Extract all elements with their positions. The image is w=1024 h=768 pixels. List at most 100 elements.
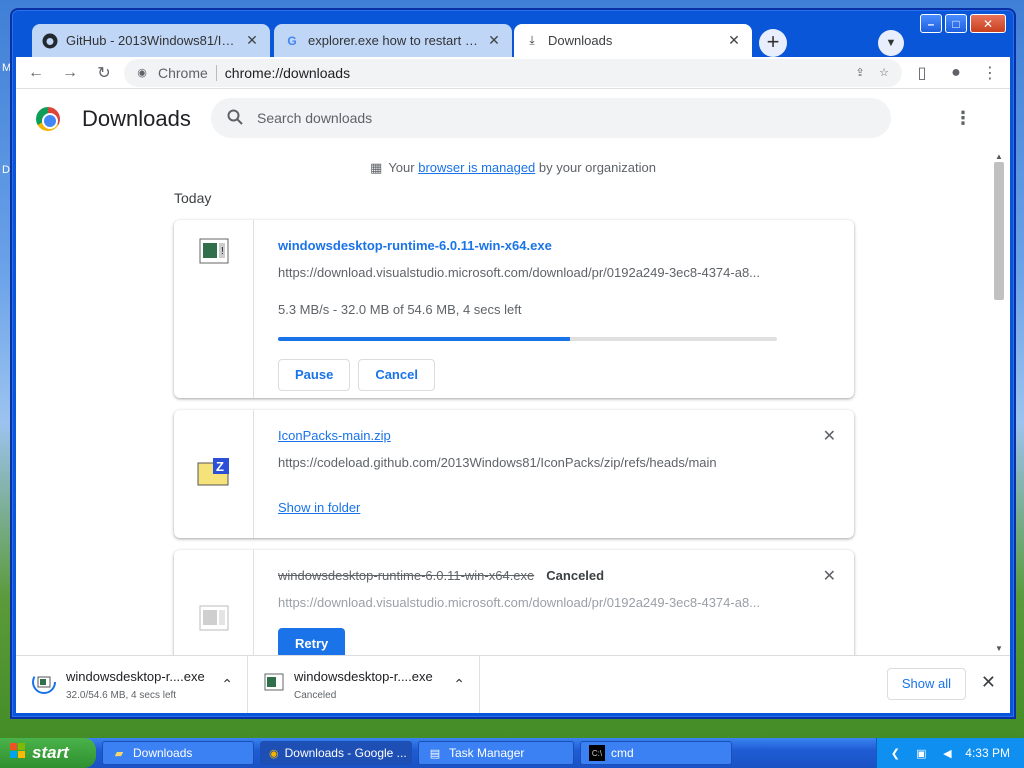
building-icon: ▦ <box>370 160 383 175</box>
taskbar-item-downloads-folder[interactable]: ▰ Downloads <box>102 741 254 765</box>
download-url[interactable]: https://codeload.github.com/2013Windows8… <box>278 455 834 470</box>
tab-google-search[interactable]: G explorer.exe how to restart - Goo ✕ <box>274 24 512 57</box>
taskbar-item-cmd[interactable]: C:\ cmd <box>580 741 732 765</box>
svg-text:!: ! <box>221 246 224 257</box>
folder-icon: ▰ <box>114 747 124 760</box>
search-downloads-input[interactable]: Search downloads <box>211 98 891 138</box>
managed-prefix: Your <box>388 160 419 175</box>
tray-chevron-icon[interactable]: ❮ <box>887 745 903 761</box>
new-tab-button[interactable]: + <box>759 29 787 57</box>
tab-github[interactable]: GitHub - 2013Windows81/IconPa ✕ <box>32 24 270 57</box>
tab-title: Downloads <box>548 33 613 48</box>
url-text: chrome://downloads <box>224 64 351 81</box>
chrome-logo-icon <box>36 107 60 131</box>
pause-button[interactable]: Pause <box>278 359 351 391</box>
clock[interactable]: 4:33 PM <box>965 746 1010 760</box>
forward-icon[interactable]: → <box>56 59 84 87</box>
task-manager-icon: ▤ <box>429 747 441 760</box>
shelf-item[interactable]: windowsdesktop-r....exe Canceled ⌃ <box>248 656 480 713</box>
minimize-button[interactable]: – <box>920 14 942 33</box>
windows-flag-icon <box>10 742 26 764</box>
close-tab-icon[interactable]: ✕ <box>726 32 742 49</box>
exe-file-icon <box>32 670 56 699</box>
shelf-item[interactable]: windowsdesktop-r....exe 32.0/54.6 MB, 4 … <box>16 656 248 713</box>
github-icon <box>42 33 58 49</box>
managed-suffix: by your organization <box>535 160 656 175</box>
show-in-folder-link[interactable]: Show in folder <box>278 500 834 515</box>
shelf-item-status: 32.0/54.6 MB, 4 secs left <box>66 689 177 701</box>
shelf-item-status: Canceled <box>294 689 337 701</box>
profile-avatar-icon[interactable]: ● <box>942 59 970 87</box>
managed-notice: ▦ Your browser is managed by your organiz… <box>16 160 1010 176</box>
close-tab-icon[interactable]: ✕ <box>244 32 260 49</box>
zip-file-icon: Z <box>197 457 231 492</box>
chrome-window: GitHub - 2013Windows81/IconPa ✕ G explor… <box>10 8 1016 719</box>
search-placeholder: Search downloads <box>257 110 373 126</box>
scrollbar[interactable]: ▲ ▼ <box>992 152 1006 655</box>
shelf-item-name: windowsdesktop-r....exe <box>66 668 205 684</box>
share-icon[interactable]: ⇪ <box>852 65 868 81</box>
reload-icon[interactable]: ↻ <box>90 59 118 87</box>
bookmark-star-icon[interactable]: ☆ <box>876 65 892 81</box>
taskbar-item-chrome[interactable]: ◉ Downloads - Google ... <box>260 741 412 765</box>
download-card-body: IconPacks-main.zip https://codeload.gith… <box>278 410 834 515</box>
start-label: start <box>32 743 69 762</box>
back-icon[interactable]: ← <box>22 59 50 87</box>
close-shelf-icon[interactable]: ✕ <box>981 672 996 693</box>
remove-download-icon[interactable]: ✕ <box>823 566 836 586</box>
chevron-up-icon[interactable]: ⌃ <box>453 676 465 693</box>
shelf-item-name: windowsdesktop-r....exe <box>294 668 433 684</box>
taskbar-item-task-manager[interactable]: ▤ Task Manager <box>418 741 574 765</box>
chrome-menu-icon[interactable]: ⋮ <box>976 59 1004 87</box>
search-icon <box>227 109 243 128</box>
tab-title: explorer.exe how to restart - Goo <box>308 33 478 48</box>
page-title: Downloads <box>82 106 191 131</box>
close-tab-icon[interactable]: ✕ <box>486 32 502 49</box>
task-label: Downloads <box>133 746 193 760</box>
browser-content: ← → ↻ ◉ Chrome chrome://downloads ⇪ ☆ ▯ … <box>16 57 1010 713</box>
cmd-icon: C:\ <box>589 745 605 761</box>
start-button[interactable]: start <box>0 738 96 768</box>
show-all-button[interactable]: Show all <box>886 668 966 700</box>
chrome-icon: ◉ <box>269 747 279 760</box>
download-card-active: ! windowsdesktop-runtime-6.0.11-win-x64.… <box>174 220 854 398</box>
cancel-button[interactable]: Cancel <box>358 359 435 391</box>
file-icon-column: Z <box>174 410 254 538</box>
volume-icon[interactable]: ◀ <box>939 745 955 761</box>
tab-downloads[interactable]: ⤓ Downloads ✕ <box>514 24 752 57</box>
scrollbar-thumb[interactable] <box>994 162 1004 300</box>
download-status: 5.3 MB/s - 32.0 MB of 54.6 MB, 4 secs le… <box>278 302 522 317</box>
tab-title: GitHub - 2013Windows81/IconPa <box>66 33 236 48</box>
download-url[interactable]: https://download.visualstudio.microsoft.… <box>278 265 834 280</box>
google-icon: G <box>287 33 297 48</box>
managed-link[interactable]: browser is managed <box>418 160 535 175</box>
svg-text:Z: Z <box>216 459 224 474</box>
scroll-down-icon[interactable]: ▼ <box>995 644 1003 653</box>
retry-button[interactable]: Retry <box>278 628 346 655</box>
download-card-complete: Z IconPacks-main.zip https://codeload.gi… <box>174 410 854 538</box>
taskbar: start ▰ Downloads ◉ Downloads - Google .… <box>0 738 1024 768</box>
file-icon-column <box>174 550 254 655</box>
toolbar: ← → ↻ ◉ Chrome chrome://downloads ⇪ ☆ ▯ … <box>16 57 1010 89</box>
network-icon[interactable]: ▣ <box>913 745 929 761</box>
chevron-up-icon[interactable]: ⌃ <box>221 676 233 693</box>
task-label: Downloads - Google ... <box>284 746 407 760</box>
task-label: Task Manager <box>449 746 525 760</box>
exe-file-icon: ! <box>199 238 229 398</box>
side-panel-icon[interactable]: ▯ <box>908 59 936 87</box>
download-card-canceled: windowsdesktop-runtime-6.0.11-win-x64.ex… <box>174 550 854 655</box>
download-card-body: windowsdesktop-runtime-6.0.11-win-x64.ex… <box>278 220 834 391</box>
remove-download-icon[interactable]: ✕ <box>823 426 836 446</box>
file-icon-column: ! <box>174 220 254 398</box>
maximize-button[interactable]: □ <box>945 14 967 33</box>
address-bar[interactable]: ◉ Chrome chrome://downloads ⇪ ☆ <box>124 58 902 87</box>
close-button[interactable]: ✕ <box>970 14 1006 33</box>
download-filename[interactable]: IconPacks-main.zip <box>278 428 834 443</box>
separator <box>215 64 217 81</box>
exe-file-icon <box>264 673 284 696</box>
download-shelf: windowsdesktop-r....exe 32.0/54.6 MB, 4 … <box>16 655 1010 713</box>
tab-search-button[interactable]: ▼ <box>878 30 904 56</box>
download-filename[interactable]: windowsdesktop-runtime-6.0.11-win-x64.ex… <box>278 238 834 253</box>
chrome-page-icon: ◉ <box>137 67 147 79</box>
more-actions-icon[interactable]: ⋮ <box>954 108 972 129</box>
